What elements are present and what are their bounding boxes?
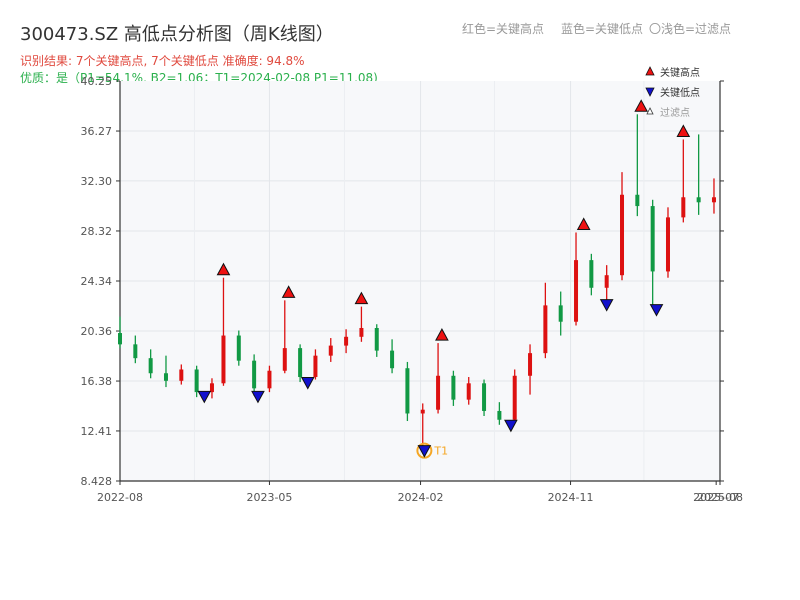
legend-high-label: 关键高点 [660,66,700,79]
candle-body [574,260,579,322]
y-tick-label: 32.30 [81,175,113,188]
y-tick-label: 36.27 [81,125,113,138]
candle-body [236,335,241,361]
candle-body [436,375,441,410]
y-tick-label: 24.34 [81,275,113,288]
candle-body [328,345,333,356]
candle-body [282,348,287,371]
candle-body [635,194,640,207]
candle-body [558,305,563,322]
candle-body [179,369,184,381]
candle-body [344,336,349,346]
candle-body [665,217,670,272]
candle-body [650,206,655,272]
candle-body [390,350,395,369]
candle-body [267,370,272,389]
candle-body [118,333,122,345]
candle-body [589,260,594,288]
x-tick-label: 2023-05 [246,491,292,504]
y-tick-label: 8.428 [81,475,113,488]
candle-body [681,197,686,218]
candle-body [359,327,364,337]
candle-body [711,197,716,203]
candlestick-chart: 8.428 12.41 16.38 20.36 24.34 28.32 32.30 36.27… [81,66,743,504]
candle-body [528,353,533,376]
candle-body [543,305,548,354]
x-tick-label: 2024-11 [548,491,594,504]
candle-body [374,327,379,351]
legend-filtered-label: 过滤点 [660,106,690,119]
candle-body [512,375,517,420]
candle-body [313,355,318,378]
y-tick-label: 12.41 [81,425,113,438]
legend-low-label: 关键低点 [660,86,700,99]
candle-body [620,194,625,276]
x-tick-label: 2025-08 [697,491,743,504]
x-tick-label: 2024-02 [398,491,444,504]
candle-body [194,369,199,393]
candle-body [451,375,456,400]
candle-body [163,373,168,381]
candle-body [405,368,410,414]
candle-body [497,410,502,420]
legend-high-icon [645,66,655,76]
x-tick-label: 2022-08 [97,491,143,504]
candle-body [420,409,425,414]
candle-body [221,335,226,384]
candle-body [133,344,138,359]
candle-body [252,360,257,389]
y-tick-label: 20.36 [81,325,113,338]
candle-body [209,383,214,393]
y-tick-label: 16.38 [81,375,113,388]
y-tick-label: 28.32 [81,225,113,238]
candle-body [466,383,471,400]
candle-body [482,383,487,411]
candle-body [604,275,609,288]
y-tick-label: 40.25 [81,75,113,88]
t1-label: T1 [433,445,448,458]
candle-body [696,197,701,203]
candle-body [298,348,303,378]
candle-body [148,358,153,374]
